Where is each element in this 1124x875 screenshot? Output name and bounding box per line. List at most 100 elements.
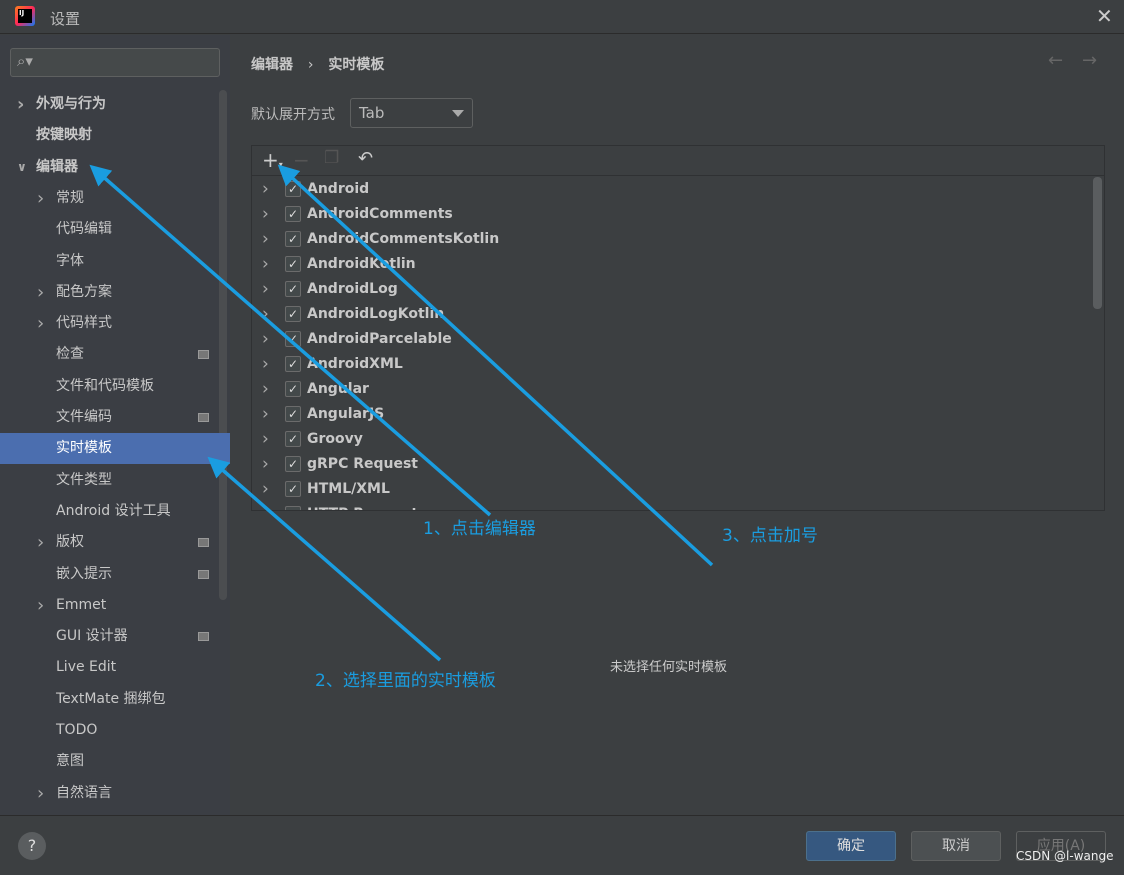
sidebar-item[interactable]: › 代码样式 — [0, 308, 230, 339]
forward-arrow-icon[interactable]: → — [1082, 50, 1097, 71]
chevron-right-icon[interactable]: › — [37, 590, 44, 621]
add-icon[interactable]: +▾ — [262, 148, 283, 172]
chevron-right-icon[interactable]: › — [262, 452, 269, 477]
template-group-name: AndroidLogKotlin — [307, 306, 445, 322]
sidebar-item[interactable]: › 外观与行为 — [0, 89, 230, 120]
chevron-right-icon[interactable]: › — [37, 183, 44, 214]
sidebar-item[interactable]: 实时模板 — [0, 433, 230, 465]
sidebar-item[interactable]: › 配色方案 — [0, 277, 230, 308]
template-group-row[interactable]: › ✓ Groovy — [252, 427, 1092, 452]
template-group-name: AndroidComments — [307, 206, 453, 222]
chevron-right-icon[interactable]: › — [262, 402, 269, 427]
template-group-row[interactable]: › ✓ AndroidComments — [252, 202, 1092, 227]
template-checkbox[interactable]: ✓ — [285, 381, 301, 397]
sidebar-item[interactable]: 文件和代码模板 — [0, 371, 230, 402]
sidebar-item[interactable]: › 常规 — [0, 183, 230, 214]
sidebar-item[interactable]: 按键映射 — [0, 120, 230, 151]
template-group-row[interactable]: › ✓ HTML/XML — [252, 477, 1092, 502]
sidebar-item[interactable]: 文件类型 — [0, 465, 230, 496]
template-group-row[interactable]: › ✓ HTTP Request — [252, 502, 1092, 510]
expand-select[interactable]: Tab — [350, 98, 473, 128]
template-checkbox[interactable]: ✓ — [285, 356, 301, 372]
chevron-right-icon[interactable]: › — [262, 477, 269, 502]
sidebar-item-label: 嵌入提示 — [56, 565, 112, 582]
copy-icon[interactable]: ❐ — [324, 148, 339, 168]
help-button[interactable]: ? — [18, 832, 46, 860]
chevron-right-icon[interactable]: › — [262, 352, 269, 377]
template-group-name: Angular — [307, 381, 369, 397]
ok-button[interactable]: 确定 — [806, 831, 896, 861]
template-group-row[interactable]: › ✓ AndroidCommentsKotlin — [252, 227, 1092, 252]
sidebar-item[interactable]: 意图 — [0, 746, 230, 777]
project-scope-icon — [198, 569, 209, 579]
sidebar-item[interactable]: › 版权 — [0, 527, 230, 558]
sidebar-item[interactable]: TextMate 捆绑包 — [0, 684, 230, 715]
sidebar-item[interactable]: 字体 — [0, 246, 230, 277]
template-checkbox[interactable]: ✓ — [285, 181, 301, 197]
close-icon[interactable]: ✕ — [1096, 4, 1113, 28]
sidebar-item[interactable]: TODO — [0, 715, 230, 746]
list-scrollbar[interactable] — [1093, 177, 1102, 309]
breadcrumb-current: 实时模板 — [328, 57, 385, 73]
search-input[interactable]: ⌕▾ — [10, 48, 220, 77]
template-checkbox[interactable]: ✓ — [285, 406, 301, 422]
back-arrow-icon[interactable]: ← — [1048, 50, 1063, 71]
chevron-right-icon[interactable]: › — [37, 527, 44, 558]
chevron-right-icon[interactable]: › — [37, 778, 44, 809]
chevron-down-icon[interactable]: ∨ — [17, 152, 27, 183]
template-group-row[interactable]: › ✓ AndroidLog — [252, 277, 1092, 302]
template-checkbox[interactable]: ✓ — [285, 456, 301, 472]
chevron-right-icon[interactable]: › — [37, 277, 44, 308]
sidebar-item-label: 字体 — [56, 252, 84, 269]
template-group-row[interactable]: › ✓ gRPC Request — [252, 452, 1092, 477]
template-group-row[interactable]: › ✓ AndroidKotlin — [252, 252, 1092, 277]
chevron-right-icon[interactable]: › — [262, 427, 269, 452]
chevron-right-icon[interactable]: › — [262, 202, 269, 227]
chevron-right-icon[interactable]: › — [262, 302, 269, 327]
chevron-right-icon[interactable]: › — [17, 89, 24, 120]
template-group-row[interactable]: › ✓ AngularJS — [252, 402, 1092, 427]
template-group-row[interactable]: › ✓ AndroidParcelable — [252, 327, 1092, 352]
sidebar-item[interactable]: 文件编码 — [0, 402, 230, 433]
chevron-right-icon[interactable]: › — [262, 252, 269, 277]
sidebar-item-label: 外观与行为 — [36, 96, 106, 112]
sidebar-item[interactable]: 嵌入提示 — [0, 559, 230, 590]
cancel-button[interactable]: 取消 — [911, 831, 1001, 861]
template-group-row[interactable]: › ✓ AndroidXML — [252, 352, 1092, 377]
chevron-right-icon[interactable]: › — [37, 308, 44, 339]
sidebar-item[interactable]: Live Edit — [0, 652, 230, 683]
chevron-right-icon[interactable]: › — [262, 277, 269, 302]
sidebar-item[interactable]: ∨ 编辑器 — [0, 152, 230, 183]
chevron-right-icon[interactable]: › — [262, 502, 269, 510]
sidebar-item[interactable]: GUI 设计器 — [0, 621, 230, 652]
chevron-right-icon[interactable]: › — [262, 177, 269, 202]
template-checkbox[interactable]: ✓ — [285, 231, 301, 247]
template-group-name: Groovy — [307, 431, 363, 447]
template-checkbox[interactable]: ✓ — [285, 256, 301, 272]
template-checkbox[interactable]: ✓ — [285, 331, 301, 347]
remove-icon[interactable]: − — [293, 148, 310, 172]
expand-label: 默认展开方式 — [251, 107, 335, 123]
template-checkbox[interactable]: ✓ — [285, 206, 301, 222]
chevron-right-icon[interactable]: › — [262, 227, 269, 252]
template-checkbox[interactable]: ✓ — [285, 281, 301, 297]
chevron-right-icon[interactable]: › — [262, 377, 269, 402]
sidebar-item[interactable]: 代码编辑 — [0, 214, 230, 245]
template-checkbox[interactable]: ✓ — [285, 306, 301, 322]
title-bar: IJ 设置 ✕ — [0, 0, 1124, 34]
template-group-row[interactable]: › ✓ AndroidLogKotlin — [252, 302, 1092, 327]
sidebar-item[interactable]: 检查 — [0, 339, 230, 370]
sidebar-item[interactable]: › Emmet — [0, 590, 230, 621]
template-group-row[interactable]: › ✓ Android — [252, 177, 1092, 202]
template-group-name: AndroidParcelable — [307, 331, 452, 347]
breadcrumb-parent[interactable]: 编辑器 — [251, 57, 293, 73]
template-group-row[interactable]: › ✓ Angular — [252, 377, 1092, 402]
template-checkbox[interactable]: ✓ — [285, 431, 301, 447]
template-checkbox[interactable]: ✓ — [285, 481, 301, 497]
template-checkbox[interactable]: ✓ — [285, 506, 301, 510]
sidebar-item-label: TextMate 捆绑包 — [56, 690, 166, 707]
chevron-right-icon[interactable]: › — [262, 327, 269, 352]
sidebar-item[interactable]: › 自然语言 — [0, 778, 230, 809]
restore-icon[interactable]: ↶ — [358, 148, 373, 169]
sidebar-item[interactable]: Android 设计工具 — [0, 496, 230, 527]
